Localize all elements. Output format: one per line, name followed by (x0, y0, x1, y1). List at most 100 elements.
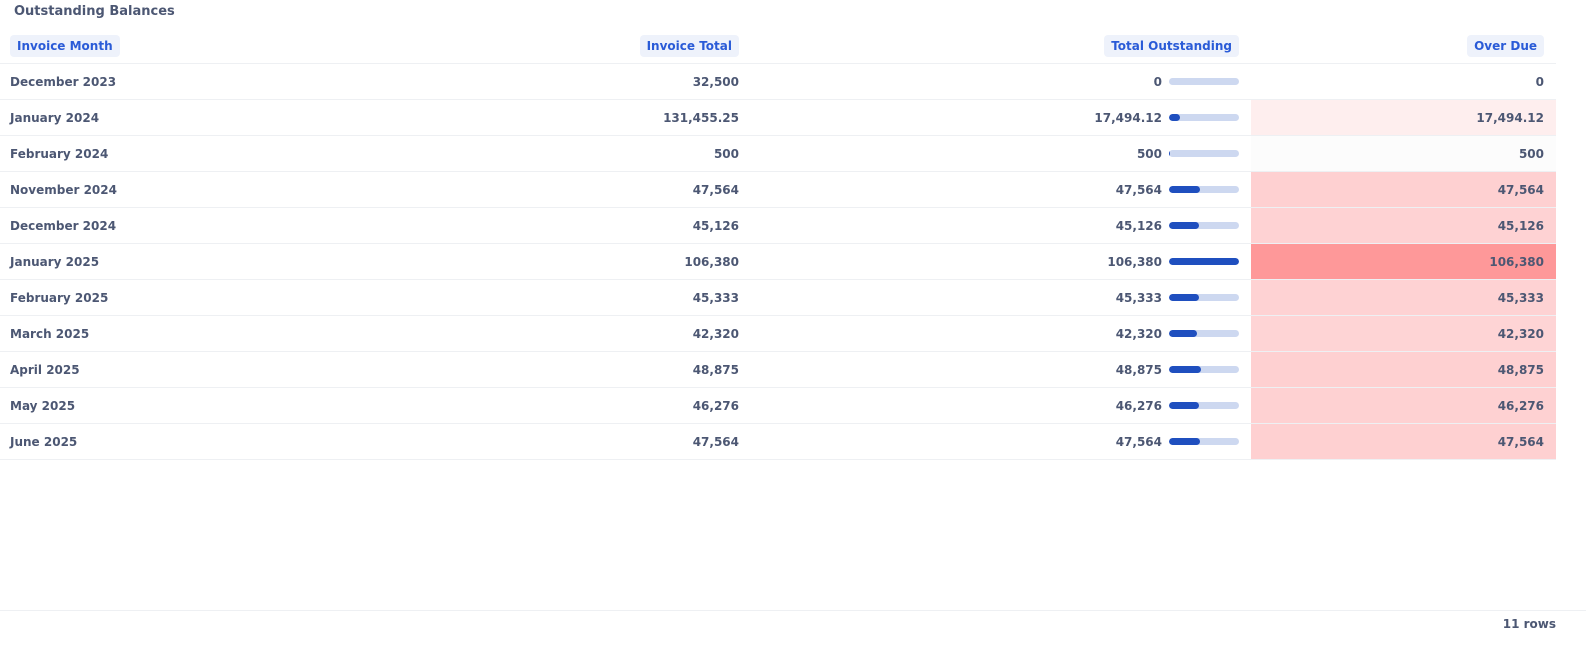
outstanding-bar-fill (1169, 402, 1200, 409)
column-header-invoice-month[interactable]: Invoice Month (10, 34, 120, 57)
outstanding-value-with-bar: 0 (1154, 75, 1239, 89)
cell-invoice-total[interactable]: 47,564 (430, 171, 751, 208)
header-cell-invoice-month: Invoice Month (0, 28, 430, 64)
outstanding-value-with-bar: 45,333 (1116, 291, 1239, 305)
outstanding-bar-track (1169, 438, 1239, 445)
header-cell-invoice-total: Invoice Total (430, 28, 751, 64)
cell-invoice-month[interactable]: January 2025 (0, 243, 430, 280)
cell-over-due[interactable]: 106,380 (1251, 243, 1556, 280)
outstanding-value: 42,320 (1115, 326, 1162, 341)
cell-invoice-month[interactable]: February 2024 (0, 135, 430, 172)
cell-total-outstanding[interactable]: 106,380 (751, 243, 1251, 280)
outstanding-value: 17,494.12 (1094, 110, 1162, 125)
cell-over-due[interactable]: 47,564 (1251, 171, 1556, 208)
outstanding-bar-track (1169, 78, 1239, 85)
outstanding-bar-track (1169, 330, 1239, 337)
cell-total-outstanding[interactable]: 500 (751, 135, 1251, 172)
cell-total-outstanding[interactable]: 17,494.12 (751, 99, 1251, 136)
cell-invoice-total[interactable]: 131,455.25 (430, 99, 751, 136)
outstanding-bar-fill (1169, 150, 1171, 157)
column-header-over-due[interactable]: Over Due (1467, 34, 1544, 57)
cell-over-due[interactable]: 17,494.12 (1251, 99, 1556, 136)
cell-invoice-total[interactable]: 32,500 (430, 63, 751, 100)
outstanding-value: 46,276 (1115, 398, 1162, 413)
outstanding-value-with-bar: 47,564 (1116, 435, 1239, 449)
outstanding-value: 47,564 (1115, 182, 1162, 197)
outstanding-value-with-bar: 46,276 (1116, 399, 1239, 413)
outstanding-value: 106,380 (1107, 254, 1162, 269)
table-row: November 2024 47,564 47,564 47,564 (0, 171, 1556, 208)
outstanding-value-with-bar: 106,380 (1107, 255, 1239, 269)
card-title: Outstanding Balances (14, 4, 175, 19)
table-row: April 2025 48,875 48,875 48,875 (0, 351, 1556, 388)
table-row: January 2024 131,455.25 17,494.12 17,494.12 (0, 99, 1556, 136)
outstanding-bar-fill (1169, 438, 1201, 445)
header-cell-over-due: Over Due (1251, 28, 1556, 64)
cell-total-outstanding[interactable]: 47,564 (751, 423, 1251, 460)
cell-invoice-total[interactable]: 45,333 (430, 279, 751, 316)
outstanding-bar-fill (1169, 294, 1199, 301)
cell-over-due[interactable]: 45,333 (1251, 279, 1556, 316)
table-row: January 2025 106,380 106,380 106,380 (0, 243, 1556, 280)
table-row: May 2025 46,276 46,276 46,276 (0, 387, 1556, 424)
outstanding-value: 47,564 (1115, 434, 1162, 449)
outstanding-bar-fill (1169, 222, 1199, 229)
outstanding-value: 0 (1153, 74, 1162, 89)
cell-invoice-month[interactable]: March 2025 (0, 315, 430, 352)
table-body: December 2023 32,500 0 0 January 2024 131,455… (0, 63, 1556, 460)
cell-invoice-month[interactable]: February 2025 (0, 279, 430, 316)
table-row: March 2025 42,320 42,320 42,320 (0, 315, 1556, 352)
cell-invoice-total[interactable]: 42,320 (430, 315, 751, 352)
cell-total-outstanding[interactable]: 0 (751, 63, 1251, 100)
cell-total-outstanding[interactable]: 42,320 (751, 315, 1251, 352)
cell-total-outstanding[interactable]: 46,276 (751, 387, 1251, 424)
cell-over-due[interactable]: 0 (1251, 63, 1556, 100)
outstanding-value-with-bar: 500 (1137, 147, 1239, 161)
column-header-total-outstanding[interactable]: Total Outstanding (1104, 34, 1239, 57)
column-header-invoice-total[interactable]: Invoice Total (639, 34, 739, 57)
cell-invoice-month[interactable]: December 2023 (0, 63, 430, 100)
cell-total-outstanding[interactable]: 47,564 (751, 171, 1251, 208)
cell-invoice-month[interactable]: December 2024 (0, 207, 430, 244)
outstanding-value-with-bar: 42,320 (1116, 327, 1239, 341)
outstanding-bar-track (1169, 114, 1239, 121)
cell-invoice-month[interactable]: May 2025 (0, 387, 430, 424)
cell-invoice-total[interactable]: 48,875 (430, 351, 751, 388)
cell-over-due[interactable]: 42,320 (1251, 315, 1556, 352)
outstanding-balances-card: Outstanding Balances Invoice Month Invoi… (0, 0, 1586, 645)
outstanding-bar-track (1169, 258, 1239, 265)
cell-over-due[interactable]: 48,875 (1251, 351, 1556, 388)
cell-invoice-month[interactable]: April 2025 (0, 351, 430, 388)
cell-invoice-month[interactable]: November 2024 (0, 171, 430, 208)
table-row: February 2025 45,333 45,333 45,333 (0, 279, 1556, 316)
cell-invoice-month[interactable]: January 2024 (0, 99, 430, 136)
outstanding-bar-track (1169, 294, 1239, 301)
outstanding-value-with-bar: 47,564 (1116, 183, 1239, 197)
cell-over-due[interactable]: 500 (1251, 135, 1556, 172)
outstanding-value: 45,333 (1115, 290, 1162, 305)
cell-total-outstanding[interactable]: 48,875 (751, 351, 1251, 388)
cell-over-due[interactable]: 46,276 (1251, 387, 1556, 424)
cell-total-outstanding[interactable]: 45,126 (751, 207, 1251, 244)
row-count: 11 rows (1502, 617, 1556, 631)
outstanding-value: 500 (1136, 146, 1162, 161)
cell-invoice-total[interactable]: 45,126 (430, 207, 751, 244)
cell-invoice-total[interactable]: 500 (430, 135, 751, 172)
cell-invoice-total[interactable]: 46,276 (430, 387, 751, 424)
header-cell-total-outstanding: Total Outstanding (751, 28, 1251, 64)
table-row: December 2024 45,126 45,126 45,126 (0, 207, 1556, 244)
cell-over-due[interactable]: 45,126 (1251, 207, 1556, 244)
cell-total-outstanding[interactable]: 45,333 (751, 279, 1251, 316)
cell-invoice-total[interactable]: 106,380 (430, 243, 751, 280)
outstanding-bar-track (1169, 186, 1239, 193)
table-header-row: Invoice Month Invoice Total Total Outsta… (0, 28, 1556, 64)
outstanding-bar-fill (1169, 186, 1201, 193)
cell-over-due[interactable]: 47,564 (1251, 423, 1556, 460)
outstanding-bar-track (1169, 366, 1239, 373)
table-row: December 2023 32,500 0 0 (0, 63, 1556, 100)
cell-invoice-month[interactable]: June 2025 (0, 423, 430, 460)
outstanding-bar-fill (1169, 114, 1181, 121)
cell-invoice-total[interactable]: 47,564 (430, 423, 751, 460)
outstanding-bar-track (1169, 150, 1239, 157)
outstanding-value-with-bar: 45,126 (1116, 219, 1239, 233)
